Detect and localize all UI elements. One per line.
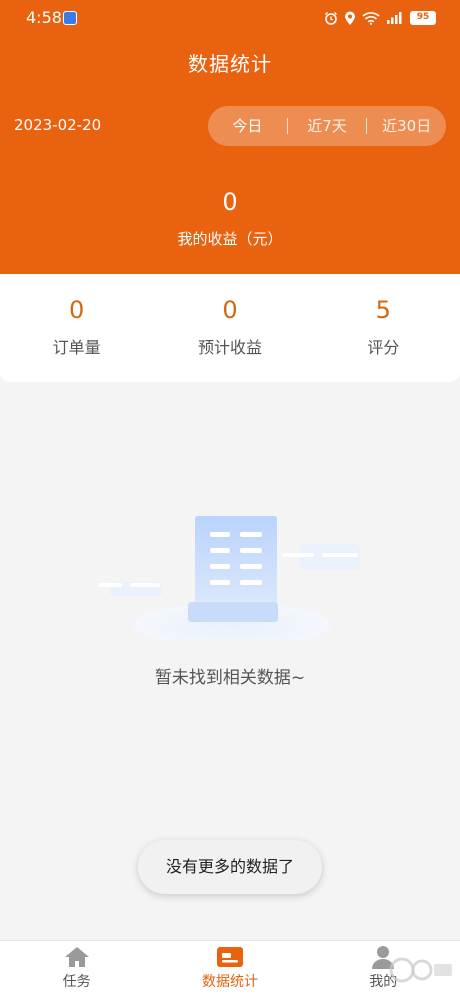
tab-7-days[interactable]: 近7天 <box>288 106 367 146</box>
signal-icon <box>387 12 402 24</box>
stat-label: 预计收益 <box>197 338 262 357</box>
income-label: 我的收益（元） <box>177 230 283 248</box>
nav-label: 数据统计 <box>201 974 258 990</box>
stat-rating: 5 评分 <box>307 274 460 382</box>
stat-value: 0 <box>222 296 238 324</box>
empty-state-illustration-icon <box>98 516 360 640</box>
stats-card-icon <box>216 947 243 967</box>
stat-value: 5 <box>375 296 391 324</box>
range-tab-group: 今日 近7天 近30日 <box>208 106 446 146</box>
app-notification-icon <box>63 11 77 25</box>
status-time: 4:58 <box>26 8 62 27</box>
stat-expected-income: 0 预计收益 <box>153 274 306 382</box>
stat-label: 评分 <box>367 338 400 357</box>
tab-30-days[interactable]: 近30日 <box>367 106 446 146</box>
date-selector[interactable]: 2023-02-20 <box>14 116 101 134</box>
page-title: 数据统计 <box>188 52 272 76</box>
empty-state-text: 暂未找到相关数据~ <box>154 668 306 688</box>
nav-label: 任务 <box>62 974 91 990</box>
watermark-logo-icon <box>389 957 452 983</box>
nav-item-tasks[interactable]: 任务 <box>0 941 153 997</box>
toast-message: 没有更多的数据了 <box>138 840 322 894</box>
stat-label: 订单量 <box>52 338 101 357</box>
alarm-icon <box>325 12 337 25</box>
home-icon <box>64 947 89 967</box>
nav-item-stats[interactable]: 数据统计 <box>153 941 306 997</box>
stat-orders: 0 订单量 <box>0 274 153 382</box>
tab-today[interactable]: 今日 <box>208 106 287 146</box>
status-icons: 95 <box>324 9 436 27</box>
stat-value: 0 <box>69 296 85 324</box>
location-icon <box>345 11 355 25</box>
stats-card: 0 订单量 0 预计收益 5 评分 <box>0 274 460 382</box>
income-value: 0 <box>222 188 238 216</box>
wifi-icon <box>362 12 380 25</box>
battery-indicator: 95 <box>410 11 436 25</box>
header-panel: 4:58 95 数据统计 2023-02-20 今日 近7天 近30日 0 我的… <box>0 0 460 274</box>
status-bar: 4:58 95 <box>0 0 460 36</box>
